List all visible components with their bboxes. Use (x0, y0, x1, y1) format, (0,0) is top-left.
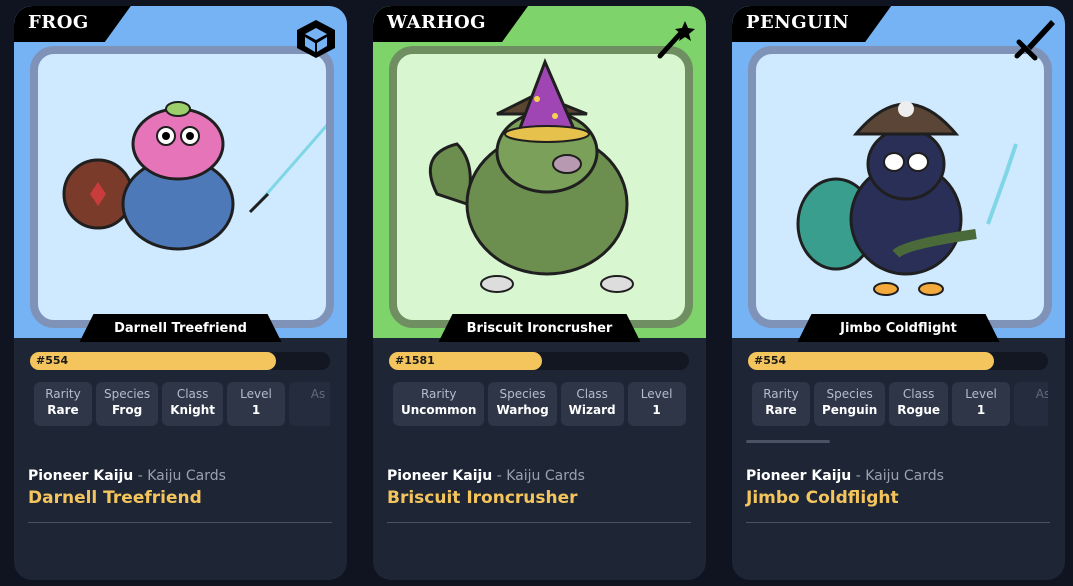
collection-line[interactable]: Pioneer Kaiju - Kaiju Cards (387, 468, 585, 484)
attribute-label: Class (176, 387, 209, 401)
divider (387, 522, 691, 523)
collection-sub: Kaiju Cards (147, 468, 226, 484)
sword-icon (1014, 20, 1055, 61)
attribute-species[interactable]: Species Frog (96, 382, 159, 426)
attribute-partial[interactable]: As (1014, 382, 1048, 426)
divider (746, 522, 1050, 523)
collection-line[interactable]: Pioneer Kaiju - Kaiju Cards (746, 468, 944, 484)
attribute-value: Wizard (568, 403, 616, 417)
attribute-value: Uncommon (401, 403, 477, 417)
xp-fill: #554 (748, 352, 994, 370)
attribute-label: As (1035, 387, 1048, 401)
attribute-label: Level (965, 387, 997, 401)
xp-bar: #1581 (389, 352, 689, 370)
attribute-list[interactable]: Rarity Rare Species Penguin Class Rogue … (752, 382, 1048, 430)
frog-knight-illustration (62, 101, 330, 251)
name-plate: Darnell Treefriend (80, 314, 282, 342)
attribute-rarity[interactable]: Rarity Rare (34, 382, 92, 426)
species-tab: WARHOG (373, 6, 528, 42)
nft-card[interactable]: WARHOG Briscuit Ironcrusher #1581 Rarity… (373, 6, 706, 580)
attribute-list[interactable]: Rarity Rare Species Frog Class Knight Le… (34, 382, 330, 430)
attribute-class[interactable]: Class Rogue (889, 382, 949, 426)
character-art (748, 46, 1052, 328)
character-art (389, 46, 693, 328)
warhog-wizard-illustration (428, 58, 634, 293)
card-title[interactable]: Jimbo Coldflight (746, 488, 899, 508)
xp-fill: #554 (30, 352, 276, 370)
collection-sub: Kaiju Cards (865, 468, 944, 484)
attribute-label: Species (826, 387, 873, 401)
nft-card[interactable]: FROG Darnell Treefriend #554 Rarity Rare… (14, 6, 347, 580)
attribute-label: Species (104, 387, 151, 401)
attribute-value: Knight (170, 403, 216, 417)
attribute-partial[interactable]: As (289, 382, 330, 426)
collection-line[interactable]: Pioneer Kaiju - Kaiju Cards (28, 468, 226, 484)
attribute-value: 1 (652, 403, 661, 417)
species-tab: FROG (14, 6, 131, 42)
attribute-label: Rarity (763, 387, 799, 401)
card-art-frame[interactable]: PENGUIN Jimbo Coldflight (732, 6, 1065, 338)
name-plate: Briscuit Ironcrusher (439, 314, 641, 342)
card-title[interactable]: Darnell Treefriend (28, 488, 202, 508)
attribute-value: Penguin (822, 403, 878, 417)
attribute-label: Level (640, 387, 673, 401)
xp-bar: #554 (748, 352, 1048, 370)
collection-separator: - (492, 468, 507, 484)
attribute-level[interactable]: Level 1 (952, 382, 1011, 426)
attribute-value: Rogue (897, 403, 941, 417)
attribute-value: 1 (976, 403, 986, 417)
card-art-frame[interactable]: WARHOG Briscuit Ironcrusher (373, 6, 706, 338)
card-title[interactable]: Briscuit Ironcrusher (387, 488, 578, 508)
collection-sub: Kaiju Cards (506, 468, 585, 484)
attribute-label: Level (240, 387, 272, 401)
collection-separator: - (851, 468, 866, 484)
card-art-frame[interactable]: FROG Darnell Treefriend (14, 6, 347, 338)
attribute-value: Rare (47, 403, 79, 417)
attribute-label: Class (902, 387, 935, 401)
divider (28, 522, 332, 523)
attribute-class[interactable]: Class Knight (162, 382, 224, 426)
magic-wand-icon (657, 21, 695, 59)
attribute-species[interactable]: Species Warhog (488, 382, 557, 426)
collection-separator: - (133, 468, 148, 484)
attribute-label: Rarity (45, 387, 81, 401)
species-tab: PENGUIN (732, 6, 891, 42)
attribute-scrollbar[interactable] (746, 440, 830, 443)
attribute-class[interactable]: Class Wizard (560, 382, 624, 426)
xp-bar: #554 (30, 352, 330, 370)
collection-name: Pioneer Kaiju (387, 468, 493, 484)
attribute-value: Warhog (496, 403, 549, 417)
character-art (30, 46, 334, 328)
attribute-rarity[interactable]: Rarity Rare (752, 382, 810, 426)
name-plate: Jimbo Coldflight (798, 314, 1000, 342)
attribute-level[interactable]: Level 1 (627, 382, 686, 426)
shield-icon (297, 20, 335, 58)
attribute-label: Rarity (420, 387, 457, 401)
collection-name: Pioneer Kaiju (28, 468, 134, 484)
xp-fill: #1581 (389, 352, 542, 370)
penguin-rogue-illustration (796, 101, 1018, 296)
attribute-label: Species (499, 387, 546, 401)
attribute-value: 1 (251, 403, 261, 417)
attribute-label: As (310, 387, 326, 401)
attribute-level[interactable]: Level 1 (227, 382, 286, 426)
collection-name: Pioneer Kaiju (746, 468, 852, 484)
nft-card[interactable]: PENGUIN Jimbo Coldflight #554 Rarity Rar… (732, 6, 1065, 580)
attribute-list[interactable]: Rarity Uncommon Species Warhog Class Wiz… (393, 382, 689, 430)
attribute-rarity[interactable]: Rarity Uncommon (393, 382, 485, 426)
attribute-value: Frog (112, 403, 143, 417)
attribute-label: Class (576, 387, 608, 401)
attribute-value: Rare (765, 403, 797, 417)
attribute-species[interactable]: Species Penguin (814, 382, 886, 426)
